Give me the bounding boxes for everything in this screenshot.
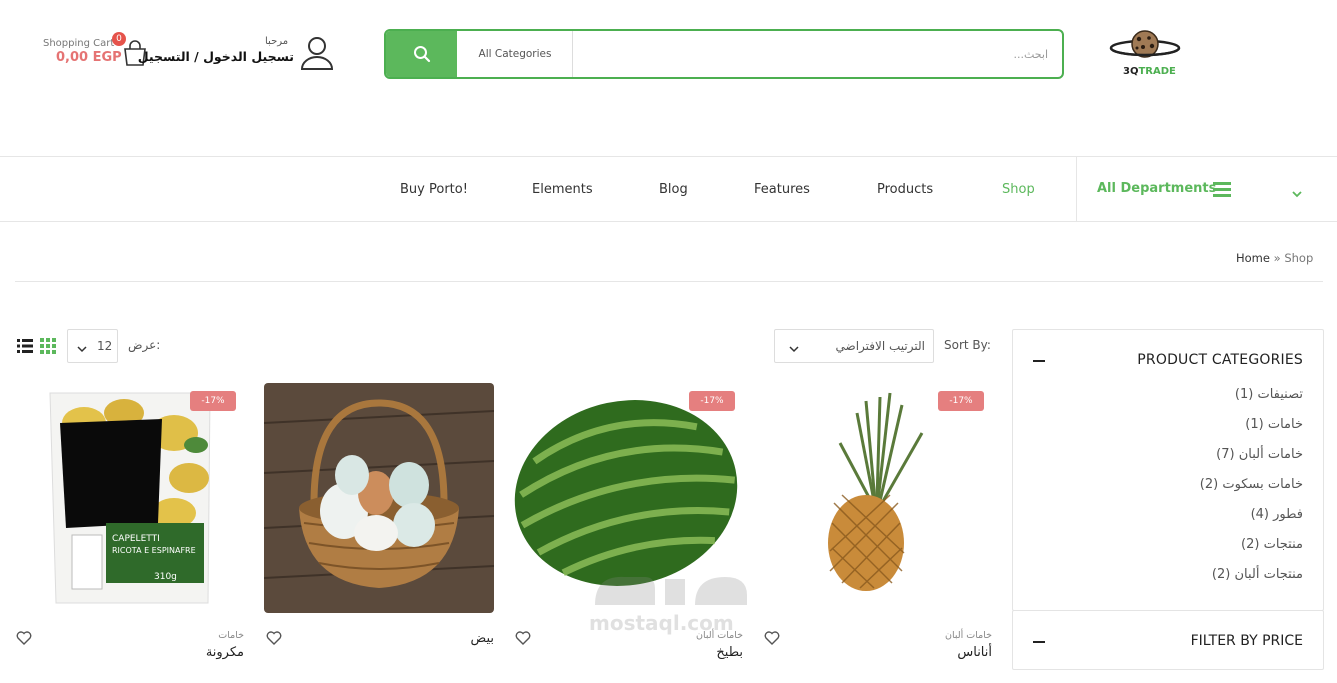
filter-by-price-widget: FILTER BY PRICE xyxy=(1012,610,1324,670)
filter-price-title: FILTER BY PRICE xyxy=(1190,633,1303,649)
user-icon[interactable] xyxy=(299,34,335,72)
product-image-pineapple[interactable] xyxy=(762,383,992,613)
per-page-value: 12 xyxy=(97,339,113,353)
product-categories-widget: PRODUCT CATEGORIES تصنيفات (1) خامات (1)… xyxy=(1012,329,1324,611)
breadcrumb-current: Shop xyxy=(1284,251,1314,265)
category-item[interactable]: فطور (4) xyxy=(1251,507,1303,522)
chevron-down-icon xyxy=(789,342,799,353)
product-card[interactable]: -17% خامات ألبان بطيخ xyxy=(513,383,743,683)
grid-view-icon[interactable] xyxy=(40,338,56,354)
heart-icon[interactable] xyxy=(266,630,282,646)
category-item[interactable]: منتجات (2) xyxy=(1241,537,1303,552)
chevron-down-icon xyxy=(77,342,87,353)
product-name[interactable]: أناناس xyxy=(957,645,992,660)
product-name[interactable]: مكرونة xyxy=(206,645,244,660)
category-item[interactable]: تصنيفات (1) xyxy=(1235,387,1303,402)
account-widget[interactable]: مرحبا تسجيل الدخول / التسجيل xyxy=(138,34,338,74)
site-logo[interactable]: 3QTRADE xyxy=(1105,28,1185,83)
all-departments-menu[interactable]: All Departments xyxy=(1097,178,1307,202)
product-card[interactable]: -17% خامات ألبان أناناس xyxy=(762,383,992,683)
nav-separator xyxy=(1076,157,1077,221)
search-icon xyxy=(413,46,430,63)
category-item[interactable]: منتجات ألبان (2) xyxy=(1212,567,1303,582)
product-category[interactable]: خامات ألبان xyxy=(945,630,992,641)
heart-icon[interactable] xyxy=(515,630,531,646)
category-item[interactable]: خامات ألبان (7) xyxy=(1216,447,1303,462)
breadcrumb-divider xyxy=(15,281,1323,282)
cart-count-badge: 0 xyxy=(112,32,126,46)
sort-label: Sort By: xyxy=(944,338,991,352)
sort-value: الترتيب الافتراضي xyxy=(835,339,925,353)
discount-badge: -17% xyxy=(938,391,984,411)
breadcrumb: Home » Shop xyxy=(1236,251,1313,265)
cart-label: Shopping Cart xyxy=(43,38,115,49)
product-name[interactable]: بطيخ xyxy=(716,645,743,660)
per-page-label: عرض: xyxy=(128,338,161,352)
nav-item-shop[interactable]: Shop xyxy=(1002,182,1035,197)
nav-divider-bottom xyxy=(0,221,1337,222)
categories-title: PRODUCT CATEGORIES xyxy=(1137,352,1303,368)
heart-icon[interactable] xyxy=(764,630,780,646)
nav-item-features[interactable]: Features xyxy=(754,182,810,197)
greeting-text: مرحبا xyxy=(265,36,289,47)
chevron-down-icon[interactable] xyxy=(1291,184,1303,198)
discount-badge: -17% xyxy=(689,391,735,411)
search-bar: All Categories xyxy=(384,29,1064,79)
product-category[interactable]: خامات xyxy=(218,630,244,641)
product-category[interactable]: خامات ألبان xyxy=(696,630,743,641)
login-register-link[interactable]: تسجيل الدخول / التسجيل xyxy=(138,49,294,64)
nav-item-blog[interactable]: Blog xyxy=(659,182,688,197)
discount-badge: -17% xyxy=(190,391,236,411)
cart-widget[interactable]: Shopping Cart 0,00 EGP 0 xyxy=(40,32,150,76)
product-image-watermelon[interactable] xyxy=(513,383,743,613)
nav-item-buy-porto[interactable]: Buy Porto! xyxy=(400,182,468,197)
svg-text:RICOTA E ESPINAFRE: RICOTA E ESPINAFRE xyxy=(112,546,196,555)
product-card[interactable]: بيض xyxy=(264,383,494,683)
product-image-pasta-package[interactable]: CAPELETTI RICOTA E ESPINAFRE 310g xyxy=(14,383,244,613)
product-image-eggs-basket[interactable] xyxy=(264,383,494,613)
svg-text:310g: 310g xyxy=(154,572,177,582)
search-input[interactable] xyxy=(574,31,1062,77)
per-page-select[interactable]: 12 xyxy=(67,329,118,363)
search-category-select[interactable]: All Categories xyxy=(458,31,573,77)
heart-icon[interactable] xyxy=(16,630,32,646)
category-item[interactable]: خامات (1) xyxy=(1245,417,1303,432)
collapse-icon[interactable] xyxy=(1033,641,1045,643)
logo-text: 3QTRADE xyxy=(1123,66,1176,77)
sort-select[interactable]: الترتيب الافتراضي xyxy=(774,329,934,363)
nav-item-elements[interactable]: Elements xyxy=(532,182,593,197)
cookie-planet-icon xyxy=(1109,30,1181,58)
category-item[interactable]: خامات بسكوت (2) xyxy=(1200,477,1303,492)
nav-divider-top xyxy=(0,156,1337,157)
breadcrumb-home[interactable]: Home xyxy=(1236,251,1270,265)
breadcrumb-separator: » xyxy=(1273,251,1281,265)
collapse-icon[interactable] xyxy=(1033,360,1045,362)
product-name[interactable]: بيض xyxy=(471,631,494,646)
cart-total: 0,00 EGP xyxy=(56,50,122,65)
search-button[interactable] xyxy=(386,31,457,77)
list-view-icon[interactable] xyxy=(17,338,33,354)
all-departments-label: All Departments xyxy=(1097,181,1217,196)
product-card[interactable]: CAPELETTI RICOTA E ESPINAFRE 310g -17% خ… xyxy=(14,383,244,683)
svg-text:CAPELETTI: CAPELETTI xyxy=(112,534,160,544)
hamburger-icon xyxy=(1213,182,1231,197)
nav-item-products[interactable]: Products xyxy=(877,182,933,197)
